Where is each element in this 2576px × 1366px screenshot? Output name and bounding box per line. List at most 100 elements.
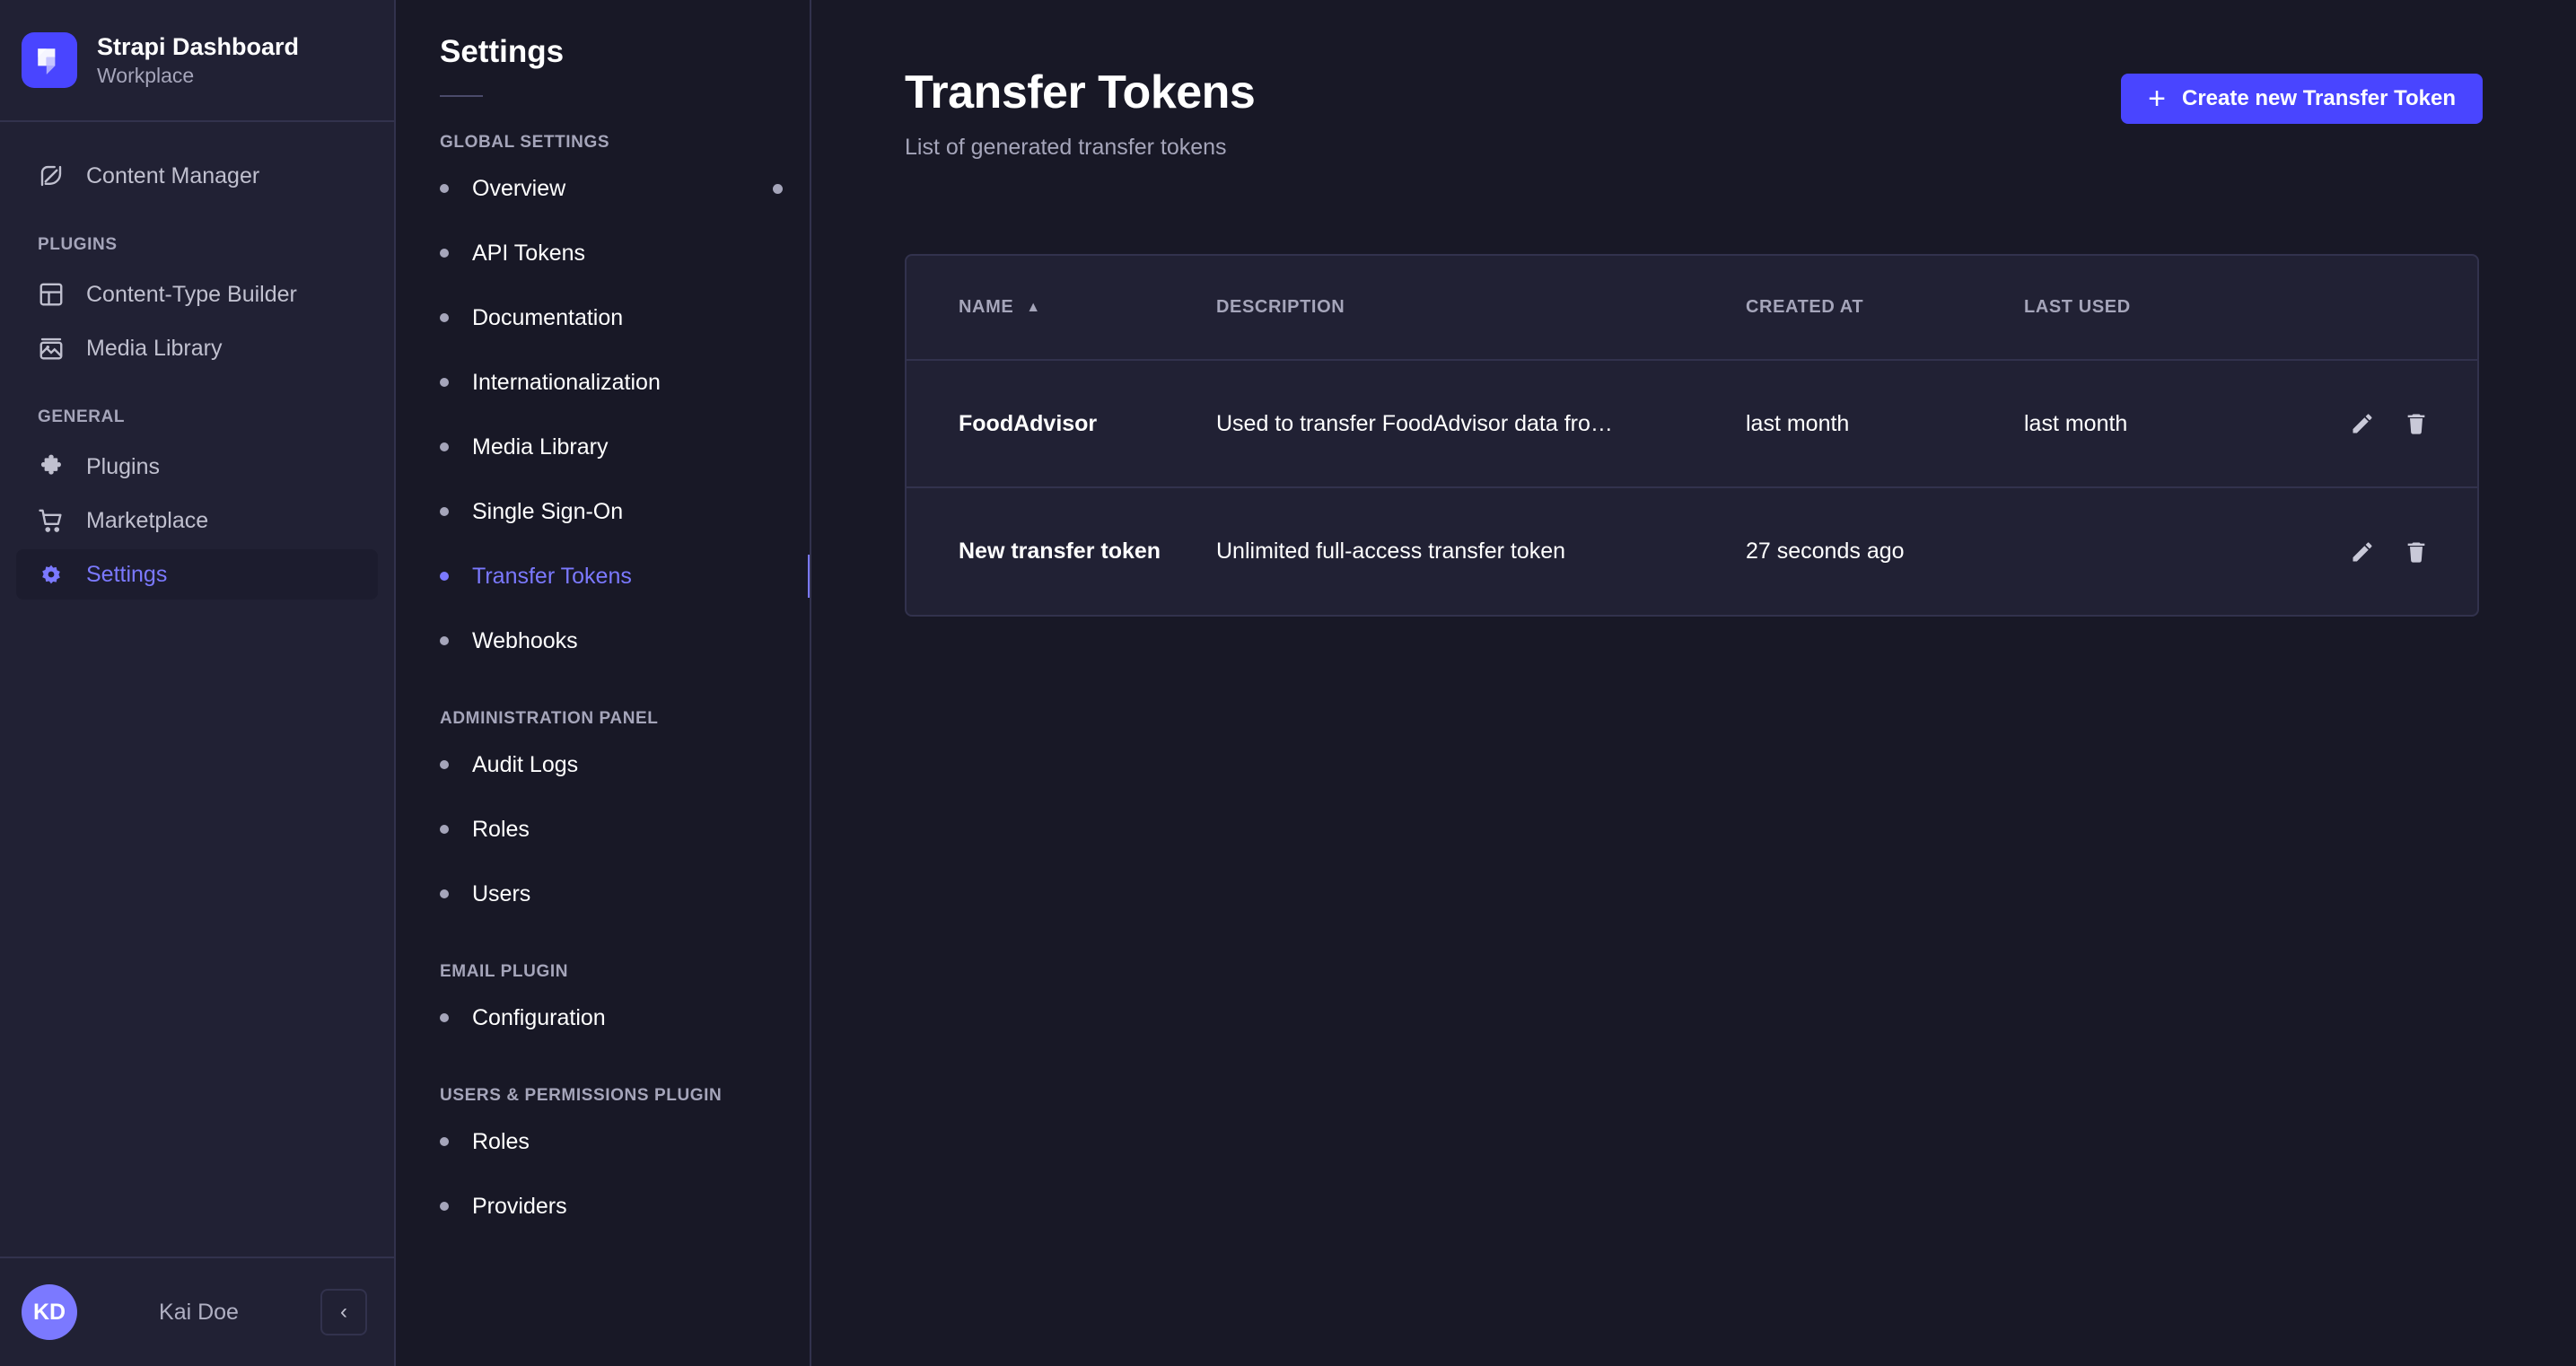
column-header-label: NAME	[959, 297, 1013, 318]
bullet-icon	[440, 442, 449, 451]
sidebar-item-label: Content Manager	[86, 163, 259, 189]
page-header: Transfer Tokens List of generated transf…	[811, 0, 2576, 161]
trash-icon	[2404, 411, 2429, 436]
settings-nav-item-overview[interactable]: Overview	[396, 156, 810, 221]
transfer-tokens-table-card: NAME ▲ DESCRIPTION CREATED AT LAST USED …	[905, 254, 2479, 617]
delete-token-button[interactable]	[2401, 537, 2431, 567]
settings-nav-panel: Settings GLOBAL SETTINGS Overview API To…	[396, 0, 811, 1366]
delete-token-button[interactable]	[2401, 408, 2431, 439]
sidebar-item-settings[interactable]: Settings	[16, 549, 378, 600]
create-new-transfer-token-button[interactable]: + Create new Transfer Token	[2121, 74, 2483, 124]
sidebar-item-plugins[interactable]: Plugins	[16, 442, 378, 492]
settings-nav-item-transfer-tokens[interactable]: Transfer Tokens	[396, 544, 810, 609]
settings-nav-item-up-providers[interactable]: Providers	[396, 1174, 810, 1239]
settings-nav-item-single-sign-on[interactable]: Single Sign-On	[396, 479, 810, 544]
settings-nav-item-label: Internationalization	[472, 370, 661, 396]
bullet-icon	[440, 1137, 449, 1146]
settings-nav-item-documentation[interactable]: Documentation	[396, 285, 810, 350]
settings-nav-item-label: Transfer Tokens	[472, 564, 632, 590]
bullet-icon	[440, 760, 449, 769]
settings-group-label-email-plugin: EMAIL PLUGIN	[396, 962, 810, 982]
sidebar-brand[interactable]: Strapi Dashboard Workplace	[0, 0, 394, 122]
settings-nav-item-label: Configuration	[472, 1005, 606, 1031]
sidebar-item-label: Media Library	[86, 336, 222, 362]
table-body: FoodAdvisor Used to transfer FoodAdvisor…	[907, 360, 2477, 615]
sidebar-item-media-library[interactable]: Media Library	[16, 323, 378, 373]
settings-nav-divider	[440, 95, 483, 97]
bullet-icon	[440, 889, 449, 898]
edit-token-button[interactable]	[2347, 408, 2378, 439]
caret-up-icon[interactable]: ▲	[1026, 301, 1040, 315]
column-header-name[interactable]: NAME ▲	[907, 256, 1216, 360]
bullet-icon	[440, 378, 449, 387]
settings-nav-item-configuration[interactable]: Configuration	[396, 985, 810, 1050]
brand-title: Strapi Dashboard	[97, 33, 299, 61]
settings-nav-item-admin-roles[interactable]: Roles	[396, 797, 810, 862]
sidebar-item-label: Content-Type Builder	[86, 282, 297, 308]
transfer-tokens-table: NAME ▲ DESCRIPTION CREATED AT LAST USED …	[907, 256, 2477, 615]
column-header-description[interactable]: DESCRIPTION	[1216, 256, 1746, 360]
trash-icon	[2404, 539, 2429, 565]
settings-nav-item-label: Roles	[472, 1129, 530, 1155]
cell-name: FoodAdvisor	[907, 360, 1216, 487]
table-row[interactable]: FoodAdvisor Used to transfer FoodAdvisor…	[907, 360, 2477, 487]
table-row[interactable]: New transfer token Unlimited full-access…	[907, 487, 2477, 615]
column-header-actions	[2347, 256, 2477, 360]
user-name: Kai Doe	[77, 1300, 320, 1326]
bullet-icon	[440, 507, 449, 516]
main-sidebar: Strapi Dashboard Workplace Content Manag…	[0, 0, 396, 1366]
settings-nav-item-api-tokens[interactable]: API Tokens	[396, 221, 810, 285]
settings-nav-item-label: Webhooks	[472, 628, 578, 654]
plus-icon: +	[2148, 83, 2166, 114]
image-icon	[36, 333, 66, 363]
cell-created-at: last month	[1746, 360, 2024, 487]
page-subtitle: List of generated transfer tokens	[905, 135, 1255, 161]
bullet-icon	[440, 1013, 449, 1022]
settings-nav-item-audit-logs[interactable]: Audit Logs	[396, 732, 810, 797]
sidebar-item-label: Marketplace	[86, 508, 208, 534]
cell-created-at: 27 seconds ago	[1746, 487, 2024, 615]
settings-nav-item-admin-users[interactable]: Users	[396, 862, 810, 926]
column-header-created-at[interactable]: CREATED AT	[1746, 256, 2024, 360]
bullet-icon	[440, 572, 449, 581]
bullet-icon	[440, 1202, 449, 1211]
page-header-text: Transfer Tokens List of generated transf…	[905, 65, 1255, 161]
bullet-icon	[440, 825, 449, 834]
sidebar-group-label-plugins: PLUGINS	[0, 235, 394, 255]
cell-description: Used to transfer FoodAdvisor data fro…	[1216, 360, 1746, 487]
settings-group-label-global: GLOBAL SETTINGS	[396, 133, 810, 153]
settings-nav-title: Settings	[396, 0, 810, 70]
cell-actions	[2347, 487, 2477, 615]
sidebar-item-content-manager[interactable]: Content Manager	[16, 151, 378, 201]
settings-nav-item-label: Roles	[472, 817, 530, 843]
puzzle-piece-icon	[36, 451, 66, 482]
sidebar-item-content-type-builder[interactable]: Content-Type Builder	[16, 269, 378, 320]
sidebar-item-marketplace[interactable]: Marketplace	[16, 495, 378, 546]
brand-subtitle: Workplace	[97, 64, 299, 87]
bullet-icon	[440, 184, 449, 193]
settings-nav-item-webhooks[interactable]: Webhooks	[396, 609, 810, 673]
table-head: NAME ▲ DESCRIPTION CREATED AT LAST USED	[907, 256, 2477, 360]
column-header-last-used[interactable]: LAST USED	[2024, 256, 2347, 360]
cell-description: Unlimited full-access transfer token	[1216, 487, 1746, 615]
pencil-icon	[2350, 539, 2375, 565]
cell-last-used	[2024, 487, 2347, 615]
create-button-label: Create new Transfer Token	[2182, 86, 2456, 111]
settings-nav-item-internationalization[interactable]: Internationalization	[396, 350, 810, 415]
bullet-icon	[440, 636, 449, 645]
edit-token-button[interactable]	[2347, 537, 2378, 567]
avatar[interactable]: KD	[22, 1284, 77, 1340]
settings-nav-item-up-roles[interactable]: Roles	[396, 1109, 810, 1174]
collapse-sidebar-button[interactable]: ‹	[320, 1289, 367, 1335]
layout-blocks-icon	[36, 279, 66, 310]
shopping-cart-icon	[36, 505, 66, 536]
settings-nav-item-media-library[interactable]: Media Library	[396, 415, 810, 479]
page-title: Transfer Tokens	[905, 65, 1255, 120]
sidebar-group-label-general: GENERAL	[0, 407, 394, 427]
cell-last-used: last month	[2024, 360, 2347, 487]
bullet-icon	[440, 313, 449, 322]
notification-dot-icon	[773, 184, 783, 194]
settings-nav-item-label: Users	[472, 881, 530, 907]
feather-pen-icon	[36, 161, 66, 191]
settings-nav-item-label: API Tokens	[472, 241, 585, 267]
